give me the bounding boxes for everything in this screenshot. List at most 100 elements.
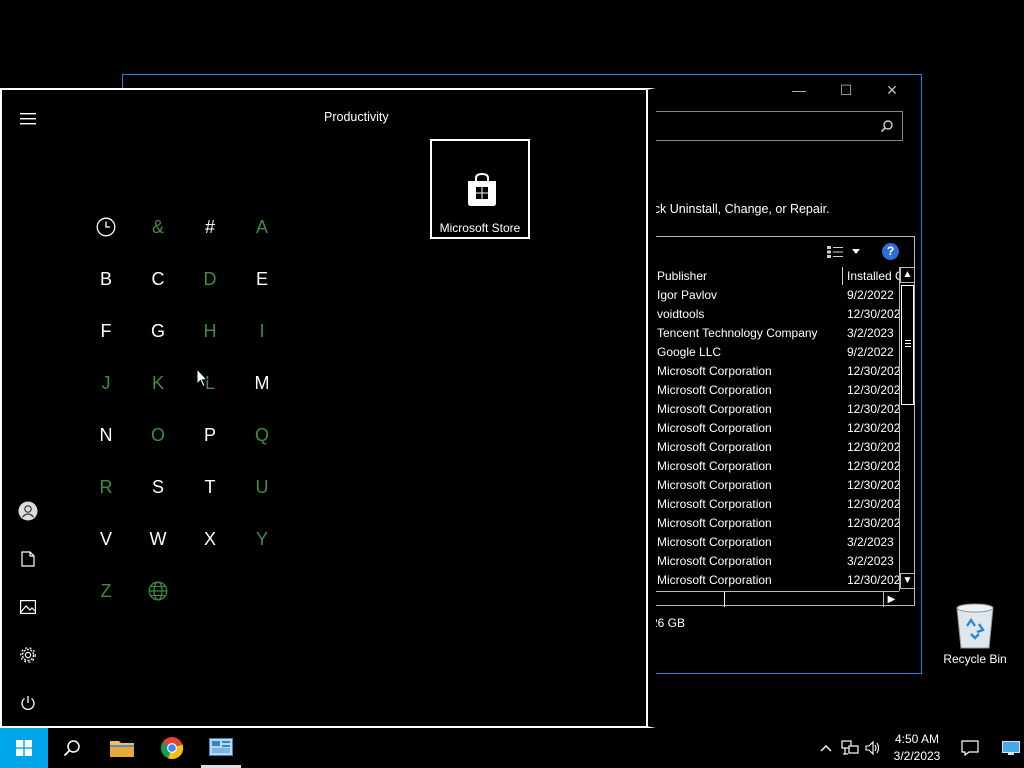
letter-g[interactable]: G — [138, 311, 178, 351]
settings-button[interactable] — [14, 641, 42, 669]
mouse-cursor-icon — [196, 368, 208, 388]
letter-m[interactable]: M — [242, 363, 282, 403]
hamburger-icon — [20, 113, 36, 125]
table-row[interactable]: Microsoft Corporation 12/30/202 — [655, 362, 899, 381]
letter-j: J — [101, 373, 111, 393]
documents-button[interactable] — [14, 545, 42, 573]
network-button[interactable] — [838, 728, 862, 768]
column-publisher[interactable]: Publisher — [655, 267, 843, 285]
clock[interactable]: 4:50 AM 3/2/2023 — [887, 731, 947, 765]
table-row[interactable]: voidtools 12/30/202 — [655, 305, 899, 324]
table-row[interactable]: Microsoft Corporation 12/30/202 — [655, 419, 899, 438]
letter-p[interactable]: P — [190, 415, 230, 455]
publisher-cell: Igor Pavlov — [657, 288, 718, 302]
minimize-button[interactable]: — — [784, 81, 814, 99]
table-row[interactable]: Google LLC 9/2/2022 — [655, 343, 899, 362]
search-icon[interactable] — [880, 119, 894, 133]
letter-z: Z — [100, 581, 112, 601]
network-icon — [841, 740, 859, 755]
installed-on-cell: 12/30/202 — [847, 516, 899, 530]
table-row[interactable]: Igor Pavlov 9/2/2022 — [655, 286, 899, 305]
letter-c[interactable]: C — [138, 259, 178, 299]
total-size-text: 26 GB — [651, 616, 686, 630]
column-installed-on[interactable]: Installed O — [845, 267, 899, 285]
view-dropdown-arrow-icon[interactable] — [852, 249, 860, 254]
desktop-preview-icon — [1002, 741, 1020, 755]
power-button[interactable] — [14, 689, 42, 717]
table-row[interactable]: Microsoft Corporation 12/30/202 — [655, 457, 899, 476]
close-button[interactable]: ✕ — [877, 81, 907, 99]
scroll-up-icon[interactable]: ▲ — [900, 267, 915, 283]
table-row[interactable]: Microsoft Corporation 3/2/2023 — [655, 533, 899, 552]
start-button[interactable] — [0, 728, 48, 768]
scrollbar-thumb[interactable] — [901, 285, 914, 405]
control-panel-button[interactable] — [197, 728, 245, 768]
pictures-icon — [20, 600, 36, 614]
tile-group-title[interactable]: Productivity — [324, 110, 389, 124]
recent-clock-icon[interactable] — [86, 207, 126, 247]
maximize-button[interactable]: ☐ — [831, 81, 861, 99]
user-account-button[interactable] — [14, 497, 42, 525]
search-input[interactable] — [655, 111, 903, 141]
table-row[interactable]: Microsoft Corporation 12/30/202 — [655, 571, 899, 590]
chrome-button[interactable] — [148, 728, 196, 768]
file-explorer-button[interactable] — [98, 728, 146, 768]
letter-e[interactable]: E — [242, 259, 282, 299]
letter-t[interactable]: T — [190, 467, 230, 507]
hscrollbar-thumb[interactable] — [655, 592, 725, 607]
globe-icon — [138, 571, 178, 611]
scroll-down-icon[interactable]: ▼ — [900, 573, 915, 589]
letter-f[interactable]: F — [86, 311, 126, 351]
table-row[interactable]: Microsoft Corporation 12/30/202 — [655, 495, 899, 514]
letter-i: I — [259, 321, 265, 341]
installed-on-cell: 12/30/202 — [847, 307, 899, 321]
store-bag-icon — [468, 173, 496, 206]
installed-on-cell: 9/2/2022 — [847, 288, 894, 302]
letter-s[interactable]: S — [138, 467, 178, 507]
table-row[interactable]: Microsoft Corporation 12/30/202 — [655, 438, 899, 457]
horizontal-scrollbar[interactable]: ▶ — [655, 591, 899, 607]
taskbar: 4:50 AM 3/2/2023 — [0, 728, 1024, 768]
table-row[interactable]: Microsoft Corporation 12/30/202 — [655, 476, 899, 495]
letter-n[interactable]: N — [86, 415, 126, 455]
expand-menu-button[interactable] — [14, 105, 42, 133]
scroll-right-icon[interactable]: ▶ — [883, 592, 899, 607]
letter-v[interactable]: V — [86, 519, 126, 559]
table-row[interactable]: Microsoft Corporation 3/2/2023 — [655, 552, 899, 571]
letter-x[interactable]: X — [190, 519, 230, 559]
letter-w[interactable]: W — [138, 519, 178, 559]
installed-on-cell: 12/30/202 — [847, 497, 899, 511]
letter-r: R — [99, 477, 113, 497]
program-rows: Igor Pavlov 9/2/2022 voidtools 12/30/202 Ten… — [655, 286, 899, 590]
vertical-scrollbar[interactable]: ▲ ▼ — [899, 267, 915, 591]
letter-hash[interactable]: # — [190, 207, 230, 247]
letter-b[interactable]: B — [86, 259, 126, 299]
start-menu-border — [2, 90, 648, 728]
microsoft-store-tile[interactable]: Microsoft Store — [430, 139, 530, 239]
installed-on-cell: 12/30/202 — [847, 364, 899, 378]
letter-k: K — [151, 373, 164, 393]
user-icon — [18, 501, 38, 521]
table-row[interactable]: Microsoft Corporation 12/30/202 — [655, 514, 899, 533]
table-row[interactable]: Microsoft Corporation 12/30/202 — [655, 400, 899, 419]
show-desktop-button[interactable] — [998, 728, 1024, 768]
volume-button[interactable] — [861, 728, 885, 768]
installed-on-cell: 12/30/202 — [847, 402, 899, 416]
publisher-cell: Microsoft Corporation — [657, 535, 772, 549]
installed-on-cell: 12/30/202 — [847, 440, 899, 454]
letter-ampersand: & — [151, 217, 164, 237]
clock-time: 4:50 AM — [894, 732, 940, 746]
start-menu[interactable]: Productivity Microsoft Store & # A B C D E F G H I… — [0, 88, 656, 728]
show-hidden-icons-button[interactable] — [813, 728, 839, 768]
pictures-button[interactable] — [14, 593, 42, 621]
help-icon[interactable]: ? — [882, 243, 899, 260]
recycle-bin[interactable]: Recycle Bin — [940, 600, 1010, 670]
publisher-cell: Google LLC — [657, 345, 722, 359]
view-options-icon[interactable] — [827, 246, 843, 258]
folder-icon — [110, 741, 134, 757]
table-row[interactable]: Tencent Technology Company 3/2/2023 — [655, 324, 899, 343]
control-panel-icon — [209, 738, 233, 756]
table-row[interactable]: Microsoft Corporation 12/30/202 — [655, 381, 899, 400]
action-center-button[interactable] — [956, 728, 984, 768]
taskbar-search-button[interactable] — [48, 728, 96, 768]
